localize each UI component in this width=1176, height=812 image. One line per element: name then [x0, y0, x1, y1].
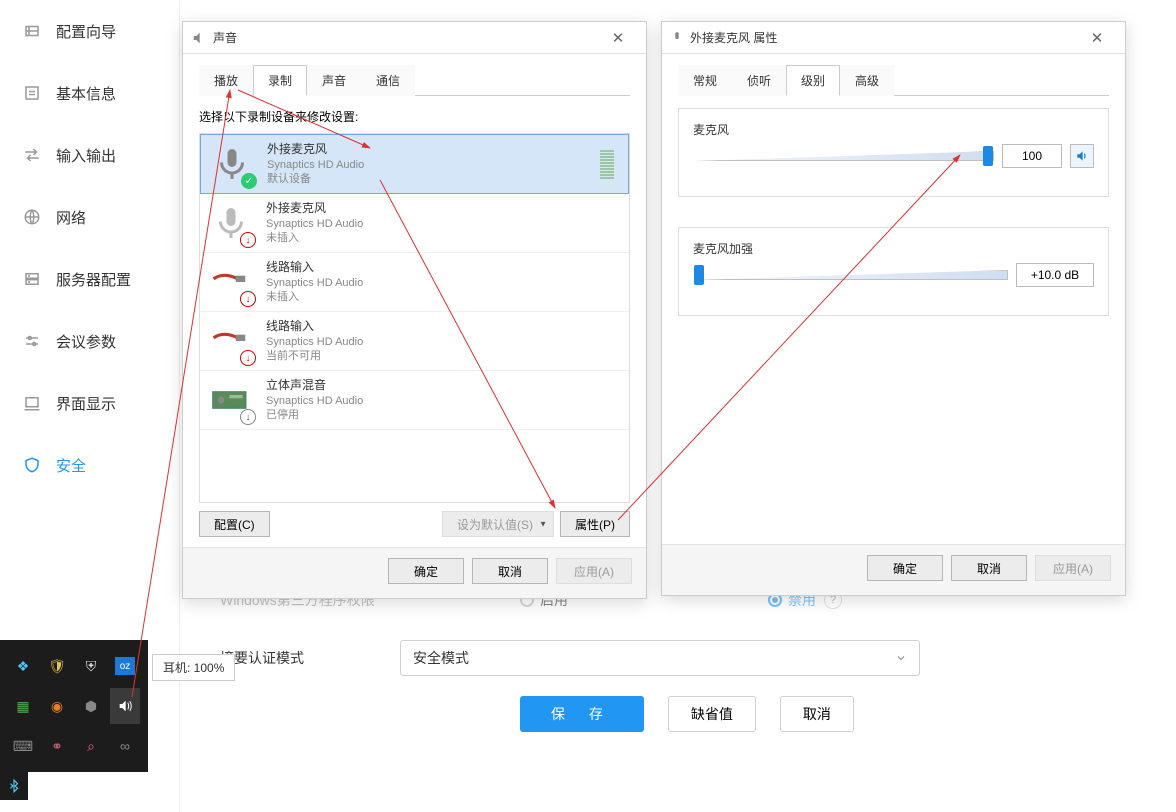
server-icon: [22, 269, 42, 289]
tab-listen[interactable]: 侦听: [732, 65, 786, 96]
sound-tabs: 播放 录制 声音 通信: [199, 64, 630, 96]
tray-shield-icon[interactable]: 🛡: [42, 648, 72, 684]
tab-levels[interactable]: 级别: [786, 65, 840, 96]
mic-icon: ↓: [208, 200, 254, 246]
sidebar-item-security[interactable]: 安全: [0, 434, 179, 496]
settings-panel: Windows第三方程序权限 启用 禁用 ? 摘要认证模式 安全模式 保 存 缺…: [180, 590, 1176, 732]
tab-playback[interactable]: 播放: [199, 65, 253, 96]
mic-level-value[interactable]: 100: [1002, 144, 1062, 168]
tray-defender-icon[interactable]: ⛨: [76, 648, 106, 684]
close-button[interactable]: ✕: [598, 24, 638, 52]
cancel-button[interactable]: 取消: [780, 696, 854, 732]
speaker-icon: [191, 30, 207, 46]
mic-boost-label: 麦克风加强: [693, 240, 1094, 257]
cancel-button[interactable]: 取消: [951, 555, 1027, 581]
speaker-icon: [117, 698, 133, 714]
properties-button[interactable]: 属性(P): [560, 511, 630, 537]
mic-properties-dialog: 外接麦克风 属性 ✕ 常规 侦听 级别 高级 麦克风 100 麦克风加强: [661, 21, 1126, 596]
auth-mode-label: 摘要认证模式: [220, 648, 400, 668]
tray-kb-icon[interactable]: ⌨: [8, 728, 38, 764]
soundcard-icon: ↓: [208, 377, 254, 423]
apply-button[interactable]: 应用(A): [556, 558, 632, 584]
tray-link-icon[interactable]: ⚭: [42, 728, 72, 764]
configure-button[interactable]: 配置(C): [199, 511, 270, 537]
defaults-button[interactable]: 缺省值: [668, 696, 756, 732]
chevron-down-icon: [895, 652, 907, 664]
sidebar-label: 网络: [56, 207, 86, 228]
save-button[interactable]: 保 存: [520, 696, 644, 732]
tab-recording[interactable]: 录制: [253, 65, 307, 96]
device-item[interactable]: ↓ 立体声混音 Synaptics HD Audio 已停用: [200, 371, 629, 430]
mic-level-slider[interactable]: [693, 144, 994, 168]
volume-tooltip: 耳机: 100%: [152, 654, 235, 681]
tab-general[interactable]: 常规: [678, 65, 732, 96]
mic-boost-value[interactable]: +10.0 dB: [1016, 263, 1094, 287]
device-item[interactable]: ↓ 线路输入 Synaptics HD Audio 当前不可用: [200, 312, 629, 371]
speaker-on-icon: [1075, 149, 1089, 163]
device-item[interactable]: ↓ 外接麦克风 Synaptics HD Audio 未插入: [200, 194, 629, 253]
tray-cube-icon[interactable]: ⬢: [76, 688, 106, 724]
sidebar-item-wizard[interactable]: 配置向导: [0, 0, 179, 62]
tray-net-icon[interactable]: ▦: [8, 688, 38, 724]
sidebar-item-display[interactable]: 界面显示: [0, 372, 179, 434]
ok-button[interactable]: 确定: [867, 555, 943, 581]
ok-button[interactable]: 确定: [388, 558, 464, 584]
apply-button[interactable]: 应用(A): [1035, 555, 1111, 581]
wizard-icon: [22, 21, 42, 41]
close-button[interactable]: ✕: [1077, 24, 1117, 52]
prop-dialog-titlebar[interactable]: 外接麦克风 属性 ✕: [662, 22, 1125, 54]
tray-bluetooth-icon[interactable]: [0, 772, 28, 800]
auth-mode-select[interactable]: 安全模式: [400, 640, 920, 676]
tab-advanced[interactable]: 高级: [840, 65, 894, 96]
set-default-button[interactable]: 设为默认值(S): [442, 511, 554, 537]
sliders-icon: [22, 331, 42, 351]
io-icon: [22, 145, 42, 165]
plug-icon: ↓: [208, 318, 254, 364]
mic-icon: [670, 31, 684, 45]
mic-icon: ✓: [209, 141, 255, 187]
sidebar-item-params[interactable]: 会议参数: [0, 310, 179, 372]
mic-boost-slider[interactable]: [693, 263, 1008, 287]
sidebar-label: 输入输出: [56, 145, 116, 166]
tray-search-icon[interactable]: ⌕: [76, 728, 106, 764]
sidebar-item-server[interactable]: 服务器配置: [0, 248, 179, 310]
sidebar-label: 基本信息: [56, 83, 116, 104]
system-tray: ❖ 🛡 ⛨ oz ▦ ◉ ⬢ ⌨ ⚭ ⌕ ∞: [0, 640, 148, 772]
plug-icon: ↓: [208, 259, 254, 305]
sound-dialog-titlebar[interactable]: 声音 ✕: [183, 22, 646, 54]
cancel-button[interactable]: 取消: [472, 558, 548, 584]
tray-speaker-icon[interactable]: [110, 688, 140, 724]
display-icon: [22, 393, 42, 413]
tray-ff-icon[interactable]: ◉: [42, 688, 72, 724]
mic-level-label: 麦克风: [693, 121, 1094, 138]
info-icon: [22, 83, 42, 103]
tray-outlook-icon[interactable]: oz: [115, 657, 135, 675]
sound-dialog-title: 声音: [213, 29, 598, 46]
mute-button[interactable]: [1070, 144, 1094, 168]
prop-dialog-title: 外接麦克风 属性: [690, 29, 1077, 46]
network-icon: [22, 207, 42, 227]
shield-icon: [22, 455, 42, 475]
sidebar-label: 安全: [56, 455, 86, 476]
device-item[interactable]: ✓ 外接麦克风 Synaptics HD Audio 默认设备: [200, 134, 629, 194]
sidebar-item-network[interactable]: 网络: [0, 186, 179, 248]
sidebar-label: 服务器配置: [56, 269, 131, 290]
tray-app-icon[interactable]: ❖: [8, 648, 38, 684]
sidebar-label: 界面显示: [56, 393, 116, 414]
instruction-text: 选择以下录制设备来修改设置:: [199, 108, 630, 125]
sidebar-label: 配置向导: [56, 21, 116, 42]
device-list[interactable]: ✓ 外接麦克风 Synaptics HD Audio 默认设备 ↓ 外接麦克风 …: [199, 133, 630, 503]
sidebar-item-info[interactable]: 基本信息: [0, 62, 179, 124]
level-meter: [600, 150, 614, 179]
prop-tabs: 常规 侦听 级别 高级: [678, 64, 1109, 96]
sidebar-label: 会议参数: [56, 331, 116, 352]
tray-cc-icon[interactable]: ∞: [110, 728, 140, 764]
sidebar-item-io[interactable]: 输入输出: [0, 124, 179, 186]
tab-communications[interactable]: 通信: [361, 65, 415, 96]
sound-dialog: 声音 ✕ 播放 录制 声音 通信 选择以下录制设备来修改设置: ✓ 外接麦克风 …: [182, 21, 647, 599]
tab-sounds[interactable]: 声音: [307, 65, 361, 96]
device-item[interactable]: ↓ 线路输入 Synaptics HD Audio 未插入: [200, 253, 629, 312]
